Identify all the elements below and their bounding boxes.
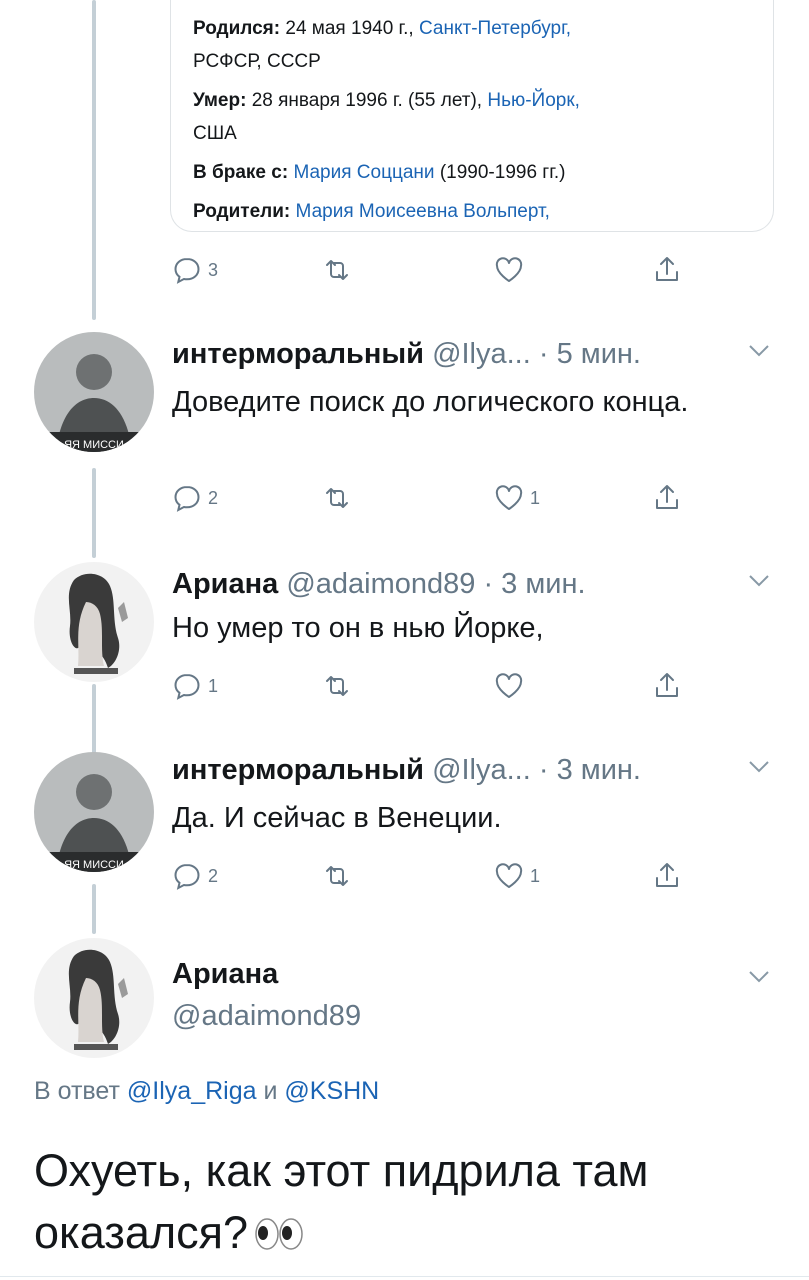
died-place-link[interactable]: Нью-Йорк, — [487, 90, 580, 111]
died-row: Умер: 28 января 1996 г. (55 лет), Нью-Йо… — [193, 90, 580, 111]
share-button[interactable] — [650, 668, 684, 704]
like-button[interactable]: 1 — [492, 858, 540, 894]
spouse-row: В браке с: Мария Соццани (1990-1996 гг.) — [193, 162, 566, 183]
avatar-image — [34, 562, 154, 682]
heart-icon — [492, 669, 526, 703]
reply-user-link[interactable]: @KSHN — [284, 1077, 379, 1105]
replying-to: В ответ @Ilya_Riga и @KSHN — [34, 1077, 380, 1105]
reply-icon — [170, 859, 204, 893]
share-icon — [650, 481, 684, 515]
tweet-actions: 2 1 — [170, 858, 730, 894]
avatar[interactable]: ЯЯ МИССИ — [34, 332, 154, 452]
reply-user-link[interactable]: @Ilya_Riga — [127, 1077, 257, 1105]
display-name[interactable]: интерморальный — [172, 338, 424, 370]
retweet-button[interactable] — [320, 480, 354, 516]
thread-line — [92, 884, 96, 934]
reply-icon — [170, 669, 204, 703]
spouse-link[interactable]: Мария Соццани — [293, 162, 434, 183]
avatar[interactable] — [34, 938, 154, 1058]
retweet-button[interactable] — [320, 668, 354, 704]
svg-text:ЯЯ МИССИ: ЯЯ МИССИ — [64, 859, 124, 871]
retweet-icon — [320, 481, 354, 515]
handle[interactable]: @adaimond89 — [172, 1000, 361, 1033]
display-name[interactable]: Ариана — [172, 568, 278, 600]
born-country-link[interactable]: РСФСР, СССР — [193, 51, 321, 72]
handle[interactable]: @adaimond89 — [286, 568, 475, 600]
tweet-header: интерморальный @Ilya... · 3 мин. — [172, 752, 641, 788]
parents-row: Родители: Мария Моисеевна Вольперт, — [193, 201, 550, 222]
svg-text:ЯЯ МИССИ: ЯЯ МИССИ — [64, 439, 124, 451]
born-place-link[interactable]: Санкт-Петербург, — [419, 18, 571, 39]
avatar[interactable]: ЯЯ МИССИ — [34, 752, 154, 872]
tweet-actions: 2 1 — [170, 480, 730, 516]
heart-icon — [492, 481, 526, 515]
died-row-2: США — [193, 123, 237, 144]
share-icon — [650, 669, 684, 703]
avatar-image: ЯЯ МИССИ — [34, 332, 154, 452]
reply-button[interactable]: 1 — [170, 668, 218, 704]
reply-button[interactable]: 3 — [170, 252, 218, 288]
parents-link[interactable]: Мария Моисеевна Вольперт, — [296, 201, 550, 222]
timestamp[interactable]: · 3 мин. — [483, 568, 585, 600]
eyes-emoji-icon — [254, 1205, 304, 1267]
chevron-down-icon[interactable] — [748, 970, 770, 984]
heart-icon — [492, 859, 526, 893]
born-row: Родился: 24 мая 1940 г., Санкт-Петербург… — [193, 18, 571, 39]
share-icon — [650, 859, 684, 893]
avatar-image: ЯЯ МИССИ — [34, 752, 154, 872]
handle[interactable]: @Ilya... — [432, 338, 531, 370]
reply-icon — [170, 253, 204, 287]
chevron-down-icon[interactable] — [748, 760, 770, 774]
display-name[interactable]: интерморальный — [172, 754, 424, 786]
divider — [0, 1276, 809, 1277]
retweet-button[interactable] — [320, 858, 354, 894]
born-row-2: РСФСР, СССР — [193, 45, 751, 78]
tweet-text: Доведите поиск до логического конца. — [172, 386, 689, 418]
tweet-header: интерморальный @Ilya... · 5 мин. — [172, 336, 641, 372]
reply-button[interactable]: 2 — [170, 480, 218, 516]
display-name[interactable]: Ариана — [172, 958, 278, 991]
tweet-text: Да. И сейчас в Венеции. — [172, 802, 502, 834]
retweet-icon — [320, 669, 354, 703]
timestamp[interactable]: · 3 мин. — [539, 754, 641, 786]
handle[interactable]: @Ilya... — [432, 754, 531, 786]
avatar-image — [34, 938, 154, 1058]
tweet-text: Но умер то он в нью Йорке, — [172, 612, 544, 644]
share-button[interactable] — [650, 858, 684, 894]
timestamp[interactable]: · 5 мин. — [539, 338, 641, 370]
tweet-actions: 1 — [170, 668, 730, 704]
main-tweet-text: Охуеть, как этот пидрила там оказался? — [34, 1140, 774, 1267]
share-button[interactable] — [650, 480, 684, 516]
like-button[interactable]: 1 — [492, 480, 540, 516]
retweet-icon — [320, 253, 354, 287]
tweet-header: Ариана @adaimond89 · 3 мин. — [172, 566, 586, 602]
like-button[interactable] — [492, 252, 526, 288]
chevron-down-icon[interactable] — [748, 574, 770, 588]
like-button[interactable] — [492, 668, 526, 704]
share-icon — [650, 253, 684, 287]
share-button[interactable] — [650, 252, 684, 288]
retweet-icon — [320, 859, 354, 893]
link-preview-card[interactable]: Родился: 24 мая 1940 г., Санкт-Петербург… — [170, 0, 774, 232]
retweet-button[interactable] — [320, 252, 354, 288]
heart-icon — [492, 253, 526, 287]
thread-line — [92, 0, 96, 320]
reply-icon — [170, 481, 204, 515]
tweet-actions: 3 — [170, 252, 730, 288]
avatar[interactable] — [34, 562, 154, 682]
thread-line — [92, 684, 96, 754]
reply-button[interactable]: 2 — [170, 858, 218, 894]
thread-line — [92, 468, 96, 558]
chevron-down-icon[interactable] — [748, 344, 770, 358]
